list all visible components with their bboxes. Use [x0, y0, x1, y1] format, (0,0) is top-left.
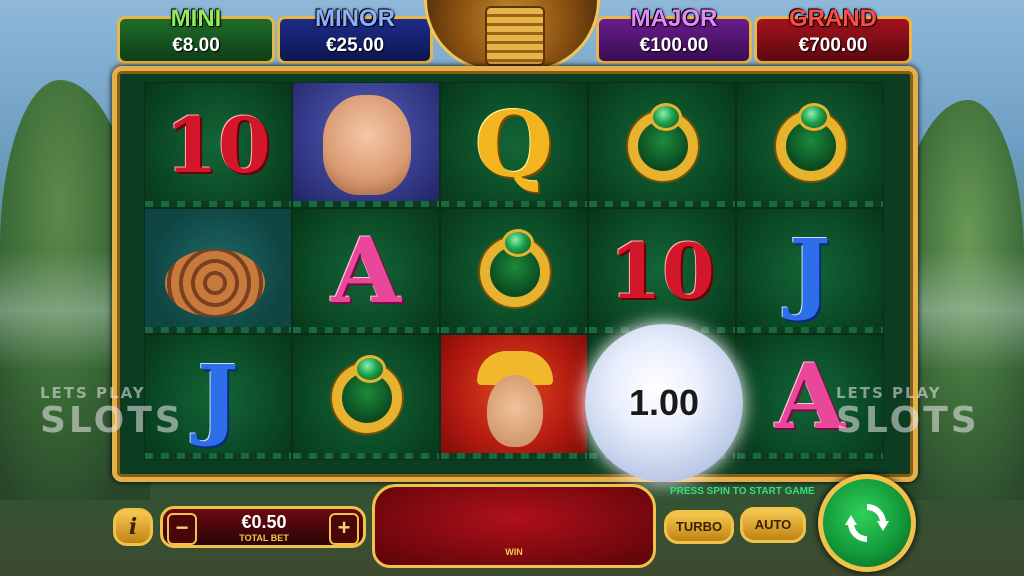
jackpot-mini-title: MINI — [170, 5, 222, 32]
jackpot-minor-value: €25.00 — [325, 35, 385, 56]
reel-grid: 10 Q A 10 J J A — [144, 82, 884, 460]
moon-bonus-symbol: 1.00 — [585, 324, 743, 482]
jackpot-major: MAJOR €100.00 — [596, 5, 752, 64]
reel-cell: 10 — [588, 208, 736, 334]
reel-cell — [144, 208, 292, 334]
jackpot-minor-title: MINOR — [315, 5, 395, 32]
jackpot-grand-title: GRAND — [789, 5, 877, 32]
win-display: WIN — [372, 484, 656, 568]
symbol-10: 10 — [609, 226, 715, 316]
total-bet-panel: − €0.50 TOTAL BET + — [160, 506, 366, 548]
total-bet-value: €0.50 — [241, 512, 287, 532]
reel-cell — [292, 82, 440, 208]
jackpot-major-value: €100.00 — [639, 35, 709, 56]
watermark-left-line2: SLOTS — [40, 400, 184, 441]
reel-cell: A — [292, 208, 440, 334]
priestess-icon — [487, 375, 543, 447]
mask-face-icon — [485, 6, 545, 66]
jackpot-grand-value: €700.00 — [798, 35, 868, 56]
symbol-q: Q — [474, 92, 554, 198]
emerald-ring-icon — [332, 355, 402, 433]
puma-icon — [323, 95, 411, 195]
spin-button[interactable] — [818, 474, 916, 572]
watermark-left: LETS PLAY SLOTS — [40, 384, 184, 440]
auto-button[interactable]: AUTO — [740, 507, 806, 543]
jackpot-grand: GRAND €700.00 — [754, 5, 912, 64]
info-button[interactable]: i — [113, 508, 153, 546]
jackpot-minor: MINOR €25.00 — [277, 5, 433, 64]
spin-arrows-icon — [845, 504, 889, 542]
emerald-ring-icon — [480, 229, 550, 307]
reel-cell — [588, 82, 736, 208]
inca-mask-emblem — [424, 0, 600, 72]
symbol-10: 10 — [165, 100, 271, 190]
reel-cell — [440, 208, 588, 334]
watermark-right: LETS PLAY SLOTS — [836, 384, 980, 440]
jackpot-mini-value: €8.00 — [172, 35, 220, 56]
snake-icon — [165, 249, 265, 317]
turbo-button[interactable]: TURBO — [664, 510, 734, 544]
press-spin-message: PRESS SPIN TO START GAME — [670, 486, 815, 497]
watermark-right-line2: SLOTS — [836, 400, 980, 441]
moon-value: 1.00 — [628, 382, 700, 423]
reel-cell — [440, 334, 588, 460]
bet-increase-button[interactable]: + — [329, 513, 359, 545]
symbol-a: A — [331, 218, 401, 324]
reel-cell — [292, 334, 440, 460]
reel-cell: J — [736, 208, 884, 334]
reel-cell: 10 — [144, 82, 292, 208]
emerald-ring-icon — [628, 103, 698, 181]
win-label: WIN — [505, 547, 523, 557]
jackpot-mini: MINI €8.00 — [117, 5, 275, 64]
jackpot-major-title: MAJOR — [630, 5, 718, 32]
symbol-j: J — [789, 219, 831, 323]
total-bet-label: TOTAL BET — [239, 533, 289, 543]
reel-cell: Q — [440, 82, 588, 208]
reel-cell — [736, 82, 884, 208]
emerald-ring-icon — [776, 103, 846, 181]
